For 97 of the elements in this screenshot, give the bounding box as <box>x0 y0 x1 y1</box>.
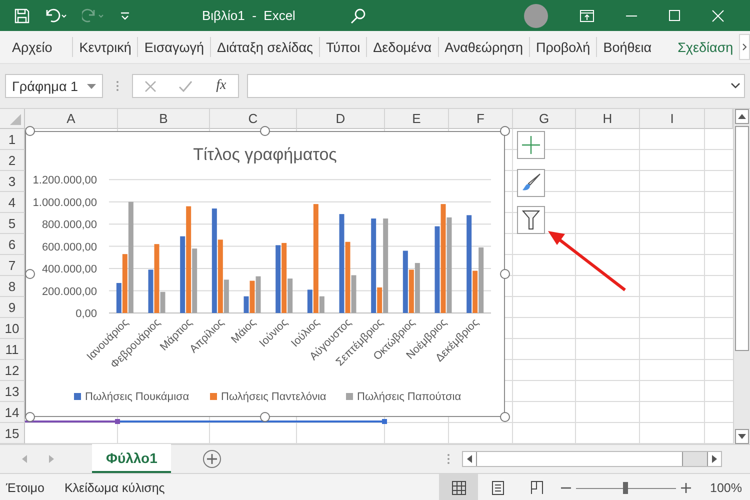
maximize-icon[interactable] <box>669 10 680 21</box>
scrollbar-thumb[interactable] <box>477 452 684 466</box>
drag-handle-icon[interactable] <box>116 80 119 92</box>
ribbon-tab[interactable]: Διάταξη σελίδας <box>210 37 320 57</box>
scroll-up-button[interactable] <box>735 109 749 124</box>
up-triangle-icon <box>738 114 746 119</box>
ribbon-display-icon[interactable] <box>580 10 594 22</box>
ribbon-tab[interactable]: Προβολή <box>528 37 596 57</box>
insert-function-button[interactable]: fx <box>216 78 226 94</box>
column-header[interactable]: D <box>297 109 385 129</box>
ribbon-tab[interactable]: Αρχείο <box>6 37 58 57</box>
column-header[interactable]: B <box>118 109 210 129</box>
axis-tick-label: 800.000,00 <box>42 219 97 232</box>
row-header[interactable]: 8 <box>0 276 25 297</box>
row-header[interactable]: 5 <box>0 213 25 234</box>
save-icon[interactable] <box>14 8 30 24</box>
ribbon-tab[interactable]: Εισαγωγή <box>137 37 210 57</box>
legend-label: Πωλήσεις Παπούτσια <box>357 391 462 403</box>
customize-caret-icon[interactable] <box>120 10 130 20</box>
left-triangle-icon <box>467 455 472 463</box>
undo-icon[interactable] <box>44 8 68 24</box>
paintbrush-icon <box>521 173 541 193</box>
add-sheet-button[interactable] <box>203 450 222 468</box>
chart-filters-button[interactable] <box>517 206 545 234</box>
legend-label: Πωλήσεις Παντελόνια <box>221 391 326 403</box>
row-header[interactable]: 12 <box>0 360 25 381</box>
axis-tick-label: 400.000,00 <box>42 264 97 276</box>
status-text: Έτοιμο <box>6 480 44 494</box>
minimize-icon[interactable] <box>626 14 638 16</box>
page-break-icon <box>528 480 545 496</box>
name-box[interactable]: Γράφημα 1 <box>5 74 103 98</box>
zoom-in-icon[interactable] <box>681 482 692 492</box>
axis-tick-label: 1.000.000,00 <box>32 196 97 209</box>
legend-label: Πωλήσεις Πουκάμισα <box>85 391 190 403</box>
row-header[interactable]: 10 <box>0 318 25 339</box>
corner-triangle-icon <box>10 114 21 125</box>
row-header[interactable]: 9 <box>0 297 25 318</box>
name-box-value: Γράφημα 1 <box>12 78 78 94</box>
row-header[interactable]: 14 <box>0 402 25 423</box>
ribbon-tab[interactable]: Τύποι <box>319 37 366 57</box>
drag-handle-icon[interactable] <box>447 453 450 465</box>
row-header[interactable]: 11 <box>0 339 25 360</box>
ribbon-tab[interactable]: Αναθεώρηση <box>438 37 529 57</box>
window-title: Βιβλίο1 - Excel <box>202 8 296 23</box>
scrollbar-thumb[interactable] <box>735 126 749 351</box>
axis-tick-label: 0,00 <box>76 308 97 320</box>
funnel-icon <box>522 210 540 230</box>
column-header[interactable]: C <box>210 109 297 129</box>
expand-caret-icon[interactable] <box>731 83 740 89</box>
down-triangle-icon <box>738 434 746 439</box>
column-header[interactable]: I <box>640 109 705 129</box>
chevron-right-icon <box>742 43 748 51</box>
row-header[interactable]: 2 <box>0 150 25 171</box>
slider-thumb[interactable] <box>623 482 628 494</box>
row-header[interactable]: 4 <box>0 192 25 213</box>
ribbon-tab[interactable]: Κεντρική <box>72 37 138 57</box>
axis-tick-label: 600.000,00 <box>42 241 97 254</box>
scroll-left-button[interactable] <box>463 452 478 466</box>
close-icon[interactable] <box>712 10 724 22</box>
ribbon-tab[interactable]: Σχεδίαση <box>672 37 740 57</box>
page-icon <box>490 480 506 496</box>
formula-input[interactable] <box>247 74 745 98</box>
sheet-tab[interactable]: Φύλλο1 <box>92 444 172 473</box>
horizontal-scrollbar[interactable] <box>462 451 722 467</box>
scroll-down-button[interactable] <box>735 429 749 444</box>
row-header[interactable]: 15 <box>0 423 25 444</box>
row-header[interactable]: 6 <box>0 234 25 255</box>
scroll-right-button[interactable] <box>707 452 722 466</box>
chart-elements-button[interactable] <box>517 131 545 159</box>
row-header[interactable]: 1 <box>0 129 25 150</box>
row-header[interactable]: 13 <box>0 381 25 402</box>
chart-title: Τίτλος γραφήματος <box>193 145 337 164</box>
column-header[interactable]: E <box>385 109 449 129</box>
scroll-right-button[interactable] <box>739 34 750 60</box>
search-icon[interactable] <box>350 8 366 24</box>
scroll-lock-indicator: Κλείδωμα κύλισης <box>64 480 165 494</box>
column-header[interactable]: F <box>449 109 513 129</box>
right-triangle-icon <box>712 455 718 463</box>
plus-icon <box>207 454 218 464</box>
zoom-slider[interactable] <box>576 482 676 494</box>
column-header[interactable]: G <box>513 109 576 129</box>
dropdown-caret-icon[interactable] <box>87 84 96 88</box>
plus-icon <box>522 136 540 154</box>
vertical-scrollbar[interactable] <box>733 109 750 444</box>
axis-tick-label: 1.200.000,00 <box>32 174 97 187</box>
column-header[interactable]: H <box>576 109 640 129</box>
row-header[interactable]: 7 <box>0 255 25 276</box>
grid-icon <box>450 480 467 496</box>
ribbon-tab[interactable]: Βοήθεια <box>596 37 658 57</box>
chart-styles-button[interactable] <box>517 169 545 197</box>
zoom-level: 100% <box>710 480 742 494</box>
ribbon-tab[interactable]: Δεδομένα <box>366 37 438 57</box>
row-header[interactable]: 3 <box>0 171 25 192</box>
axis-tick-label: 200.000,00 <box>42 286 97 298</box>
chart-area[interactable] <box>25 131 505 417</box>
column-header[interactable]: A <box>25 109 118 129</box>
normal-view-button[interactable] <box>439 474 478 500</box>
